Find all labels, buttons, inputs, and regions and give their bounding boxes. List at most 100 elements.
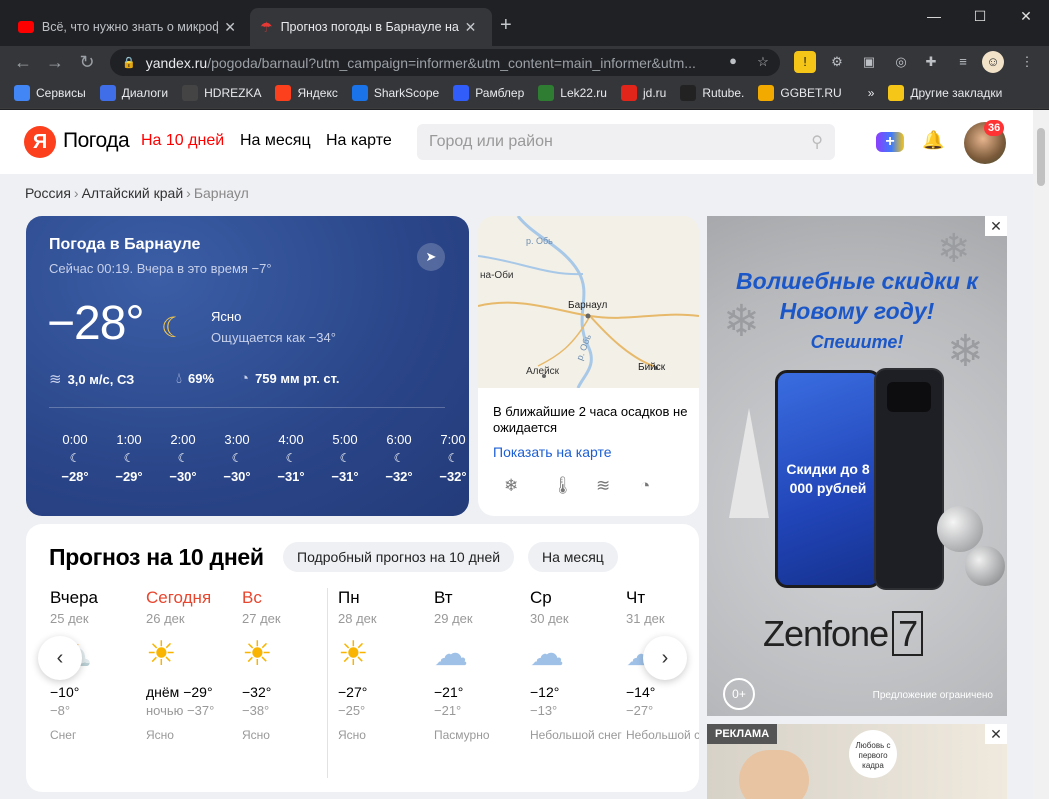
- close-tab-icon[interactable]: ✕: [465, 19, 477, 36]
- thermometer-icon[interactable]: 🌡︎: [552, 476, 574, 496]
- precipitation-icon[interactable]: ❄: [504, 476, 518, 496]
- forward-icon[interactable]: →: [44, 51, 66, 73]
- breadcrumb-country[interactable]: Россия: [25, 185, 71, 201]
- moon-icon: ☾: [285, 451, 297, 465]
- profile-avatar-icon[interactable]: ☺: [982, 51, 1004, 73]
- minimize-icon[interactable]: —: [912, 5, 956, 27]
- nav-map[interactable]: На карте: [326, 132, 392, 150]
- bookmark-item[interactable]: Сервисы: [14, 85, 86, 101]
- yandex-icon: [275, 85, 292, 101]
- url-host: yandex.ru: [145, 54, 208, 71]
- bookmark-item[interactable]: jd.ru: [620, 85, 666, 101]
- ad-brand: Zenfone 7: [763, 611, 924, 656]
- chevron-left-icon[interactable]: ‹: [38, 636, 82, 680]
- map-town-label: Бийск: [638, 362, 666, 373]
- day-condition: Пасмурно: [434, 728, 490, 742]
- hourly-forecast-item: 7:00 ☾ −32°: [428, 432, 469, 484]
- hourly-forecast-item: 6:00 ☾ −32°: [374, 432, 424, 484]
- extension-icon[interactable]: ◎: [890, 51, 912, 73]
- close-ad-icon[interactable]: ✕: [985, 216, 1007, 236]
- play-icon: [680, 85, 697, 101]
- bookmark-item[interactable]: GGBET.RU: [758, 85, 842, 101]
- nav-10-days[interactable]: На 10 дней: [141, 132, 224, 150]
- extension-icon[interactable]: ▣: [858, 51, 880, 73]
- ad-headline: Волшебные скидки к Новому году!: [736, 268, 978, 324]
- location-arrow-icon[interactable]: ➤: [417, 243, 445, 271]
- extension-icon[interactable]: ⚙: [826, 51, 848, 73]
- bookmark-item[interactable]: SharkScope: [351, 85, 439, 101]
- bookmark-item[interactable]: Диалоги: [99, 85, 168, 101]
- reload-icon[interactable]: ↻: [76, 51, 98, 73]
- ad-banner-2[interactable]: РЕКЛАМА Любовь с первого кадра ✕: [707, 724, 1007, 799]
- puzzle-icon[interactable]: ✚: [920, 51, 942, 73]
- bookmarks-bar: Сервисы Диалоги HDREZKA Яндекс SharkScope Рам…: [0, 78, 1049, 109]
- more-bookmarks-icon[interactable]: »: [868, 86, 875, 100]
- day-name: Ср: [530, 588, 552, 607]
- close-tab-icon[interactable]: ✕: [224, 19, 236, 36]
- current-condition: Ясно: [211, 309, 242, 324]
- browser-tab[interactable]: Всё, что нужно знать о микроф ✕: [8, 8, 246, 46]
- forecast-day[interactable]: Вс 27 дек ☀ −32° −38° Ясно: [242, 588, 334, 742]
- yandex-logo[interactable]: Я: [24, 126, 56, 158]
- page: Я Погода На 10 дней На месяц На карте Го…: [0, 110, 1033, 799]
- menu-icon[interactable]: ⋮: [1016, 51, 1038, 73]
- yandex-plus-icon[interactable]: +: [876, 132, 904, 152]
- bookmark-item[interactable]: Яндекс: [275, 85, 338, 101]
- breadcrumb-region[interactable]: Алтайский край: [82, 185, 184, 201]
- month-forecast-button[interactable]: На месяц: [528, 542, 618, 572]
- show-on-map-link[interactable]: Показать на карте: [493, 444, 612, 460]
- day-date: 28 дек: [338, 611, 377, 626]
- day-condition: Ясно: [242, 728, 270, 742]
- bookmark-star-icon[interactable]: ☆: [752, 51, 774, 73]
- day-condition: Небольшой снег: [530, 728, 622, 742]
- day-date: 26 дек: [146, 611, 185, 626]
- service-name[interactable]: Погода: [63, 129, 130, 153]
- bookmark-item[interactable]: Lek22.ru: [538, 85, 607, 101]
- search-icon[interactable]: ⚲: [811, 132, 823, 152]
- detailed-forecast-button[interactable]: Подробный прогноз на 10 дней: [283, 542, 515, 572]
- day-name: Вчера: [50, 588, 98, 607]
- close-window-icon[interactable]: ✕: [1004, 5, 1048, 27]
- day-condition: Ясно: [338, 728, 366, 742]
- breadcrumb: Россия › Алтайский край › Барнаул: [25, 185, 249, 201]
- precipitation-map-card: р. Обь р. Обь на-Оби Барнаул Алейск Бийс…: [478, 216, 699, 516]
- forecast-day[interactable]: Ср 30 дек ☁ −12° −13° Небольшой снег: [530, 588, 622, 742]
- divider: [327, 588, 328, 778]
- pressure-gauge-icon[interactable]: ◔: [640, 476, 650, 496]
- maximize-icon[interactable]: ☐: [958, 5, 1002, 27]
- day-high: −21°: [434, 684, 464, 700]
- bookmark-label: Сервисы: [36, 86, 86, 100]
- wind-detail: ≋ 3,0 м/с, СЗ: [49, 370, 134, 388]
- browser-toolbar: ← → ↻ 🔒 yandex.ru/pogoda/barnaul?utm_cam…: [0, 46, 1049, 78]
- other-bookmarks-folder[interactable]: Другие закладки: [888, 85, 1002, 101]
- browser-tab-active[interactable]: ☂ Прогноз погоды в Барнауле на ✕: [250, 8, 492, 46]
- scrollbar-thumb[interactable]: [1037, 128, 1045, 186]
- scrollbar[interactable]: [1033, 110, 1049, 799]
- moon-icon: ☾: [69, 451, 81, 465]
- hourly-forecast-item: 2:00 ☾ −30°: [158, 432, 208, 484]
- bookmark-item[interactable]: Rutube.: [680, 85, 744, 101]
- nav-month[interactable]: На месяц: [240, 132, 311, 150]
- close-ad-icon[interactable]: ✕: [985, 724, 1007, 744]
- ad-banner[interactable]: ✕ ❄ ❄ ❄ Волшебные скидки к Новому году! …: [707, 216, 1007, 716]
- extension-icon[interactable]: !: [794, 51, 816, 73]
- wind-value: 3,0 м/с, СЗ: [67, 371, 135, 387]
- map-preview[interactable]: р. Обь р. Обь на-Оби Барнаул Алейск Бийс…: [478, 216, 699, 388]
- address-bar[interactable]: 🔒 yandex.ru/pogoda/barnaul?utm_campaign=…: [110, 49, 780, 76]
- city-search-input[interactable]: Город или район ⚲: [417, 124, 835, 160]
- location-icon[interactable]: ●: [722, 50, 744, 72]
- notification-badge: 36: [984, 120, 1005, 136]
- new-tab-icon[interactable]: +: [500, 14, 512, 37]
- forecast-day[interactable]: Вт 29 дек ☁ −21° −21° Пасмурно: [434, 588, 526, 742]
- hourly-forecast-item: 3:00 ☾ −30°: [212, 432, 262, 484]
- media-icon[interactable]: ≡: [952, 51, 974, 73]
- hourly-forecast-item: 5:00 ☾ −31°: [320, 432, 370, 484]
- bookmark-item[interactable]: Рамблер: [453, 85, 524, 101]
- chevron-right-icon[interactable]: ›: [643, 636, 687, 680]
- bell-icon[interactable]: 🔔: [922, 130, 944, 151]
- wind-icon[interactable]: ≋: [596, 476, 610, 496]
- forecast-day[interactable]: Пн 28 дек ☀ −27° −25° Ясно: [338, 588, 430, 742]
- forecast-day[interactable]: Сегодня 26 дек ☀ днём −29° ночью −37° Ясно: [146, 588, 238, 742]
- back-icon[interactable]: ←: [12, 51, 34, 73]
- bookmark-item[interactable]: HDREZKA: [182, 85, 261, 101]
